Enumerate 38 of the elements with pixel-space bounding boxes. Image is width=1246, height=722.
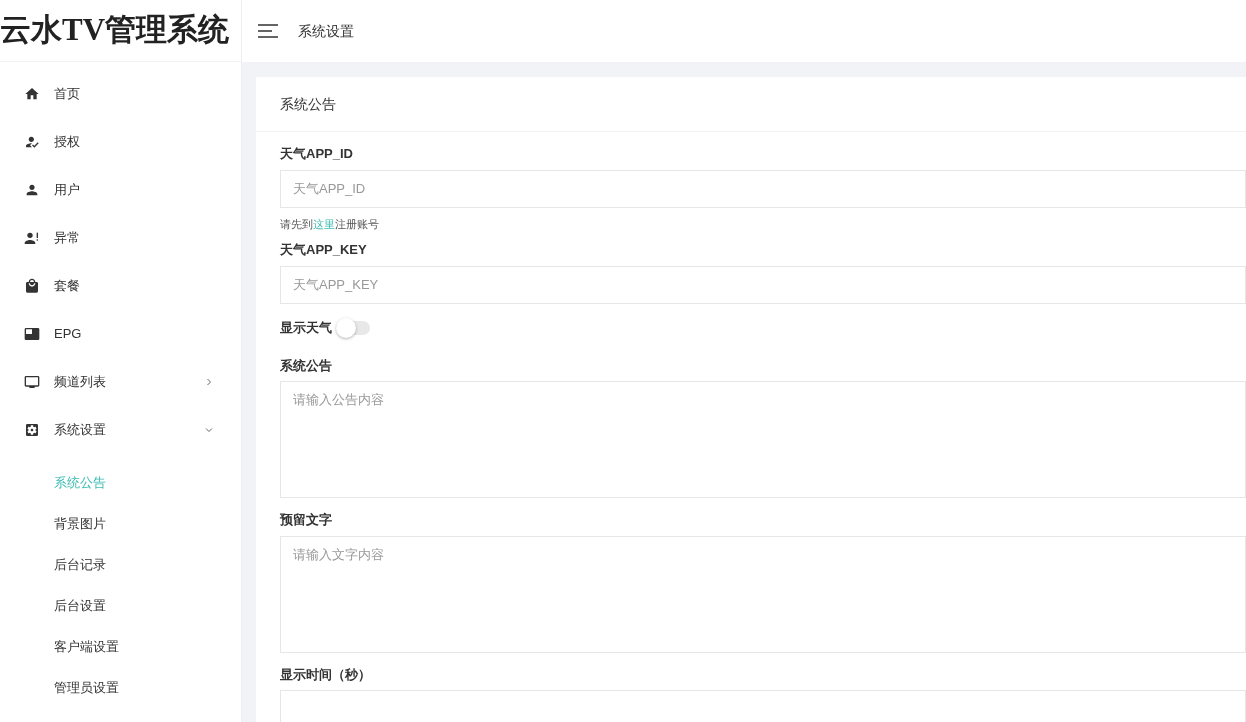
home-icon: [24, 86, 40, 102]
input-field[interactable]: 天气APP_KEY: [280, 265, 1246, 304]
submenu-item[interactable]: 后台记录: [0, 544, 241, 585]
sidebar-item[interactable]: 频道列表: [0, 358, 241, 406]
help-text: 请先到这里注册账号: [280, 216, 380, 232]
settings-icon: [24, 422, 40, 438]
app-title: 云水TV管理系统: [0, 11, 230, 50]
input-field[interactable]: 天气APP_ID: [280, 169, 1246, 208]
field-label: 天气APP_KEY: [280, 241, 368, 259]
bag-icon: [24, 278, 40, 294]
person-alert-icon: [24, 230, 40, 246]
tv-icon: [24, 374, 40, 390]
field-label: 显示时间（秒）: [280, 665, 372, 684]
text-area[interactable]: 请输入公告内容: [280, 381, 1246, 498]
screen-icon: [24, 326, 40, 342]
sidebar-item[interactable]: 用户: [0, 166, 241, 214]
toggle-switch[interactable]: [336, 320, 370, 335]
input-field[interactable]: [280, 690, 1246, 722]
field-label: 系统公告: [280, 356, 333, 375]
submenu-item[interactable]: 后台设置: [0, 585, 241, 626]
submenu-item[interactable]: 客户端设置: [0, 626, 241, 667]
submenu-item[interactable]: 管理员设置: [0, 667, 241, 708]
field-label: 天气APP_ID: [280, 145, 354, 163]
person-icon: [24, 182, 40, 198]
sidebar-item[interactable]: 异常: [0, 214, 241, 262]
sidebar-item[interactable]: EPG: [0, 310, 241, 358]
menu-icon[interactable]: [258, 24, 278, 38]
text-area[interactable]: 请输入文字内容: [280, 535, 1246, 653]
field-label: 预留文字: [280, 511, 333, 529]
submenu-item[interactable]: 背景图片: [0, 503, 241, 544]
card-title: 系统公告: [280, 94, 336, 114]
sidebar-item[interactable]: 套餐: [0, 262, 241, 310]
sidebar-item[interactable]: 首页: [0, 70, 241, 118]
breadcrumb: 系统设置: [298, 21, 354, 41]
person-check-icon: [24, 134, 40, 150]
sidebar-item[interactable]: 系统设置: [0, 406, 241, 454]
field-label: 显示天气: [280, 318, 332, 337]
sidebar-item[interactable]: 授权: [0, 118, 241, 166]
